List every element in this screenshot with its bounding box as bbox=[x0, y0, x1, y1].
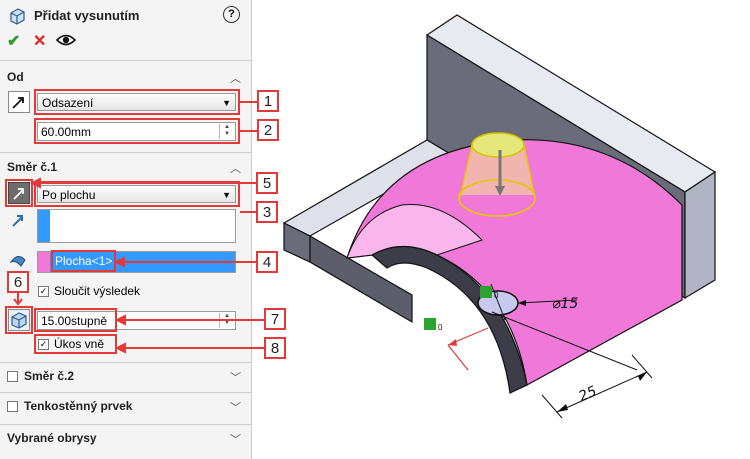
origin-marker-label: 0 bbox=[494, 291, 499, 300]
diameter-dimension[interactable]: ⌀15 bbox=[552, 296, 578, 312]
model-viewport[interactable]: ⌀15 25 0 0 bbox=[252, 0, 750, 459]
triad-marker-label: 0 bbox=[438, 323, 443, 332]
